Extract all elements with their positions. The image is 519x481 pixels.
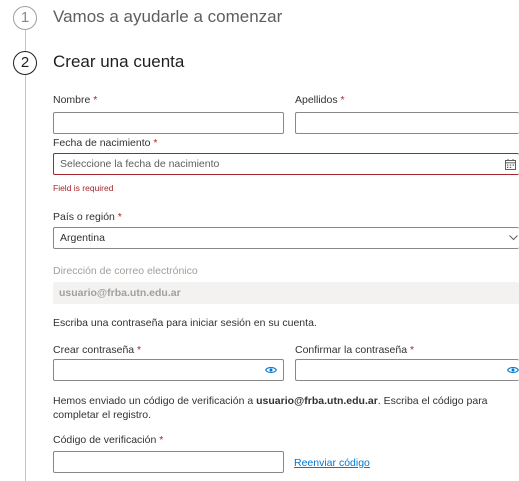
required-mark: * xyxy=(409,344,415,356)
birthdate-picker[interactable]: Seleccione la fecha de nacimiento xyxy=(53,153,519,175)
password-label: Crear contraseña * xyxy=(53,344,142,356)
birthdate-label: Fecha de nacimiento * xyxy=(53,137,158,149)
required-mark: * xyxy=(117,211,122,223)
resend-code-link[interactable]: Reenviar código xyxy=(294,457,370,469)
country-label: País o región * xyxy=(53,211,122,223)
email-value: usuario@frba.utn.edu.ar xyxy=(59,287,181,299)
confirm-password-input[interactable] xyxy=(295,359,519,381)
required-mark: * xyxy=(340,94,345,106)
required-mark: * xyxy=(137,344,142,356)
last-name-label: Apellidos * xyxy=(295,94,345,106)
password-input[interactable] xyxy=(53,359,284,381)
required-mark: * xyxy=(159,434,164,446)
step-1-title[interactable]: Vamos a ayudarle a comenzar xyxy=(53,7,282,27)
first-name-label: Nombre * xyxy=(53,94,98,106)
verification-notice: Hemos enviado un código de verificación … xyxy=(53,395,488,421)
step-1-number: 1 xyxy=(13,6,37,30)
eye-icon[interactable] xyxy=(507,366,519,374)
first-name-input[interactable] xyxy=(53,112,284,134)
required-mark: * xyxy=(93,94,98,106)
calendar-icon[interactable] xyxy=(505,159,516,170)
email-field: usuario@frba.utn.edu.ar xyxy=(53,282,519,304)
required-mark: * xyxy=(153,137,158,149)
chevron-down-icon xyxy=(509,235,518,241)
confirm-password-label: Confirmar la contraseña * xyxy=(295,344,415,356)
last-name-input[interactable] xyxy=(295,112,519,134)
verification-code-label: Código de verificación * xyxy=(53,434,164,446)
eye-icon[interactable] xyxy=(265,366,277,374)
country-select[interactable]: Argentina xyxy=(53,227,519,249)
verification-code-input[interactable] xyxy=(53,451,284,473)
birthdate-error: Field is required xyxy=(53,183,114,193)
country-value: Argentina xyxy=(60,232,105,244)
step-2-number: 2 xyxy=(13,51,37,75)
step-rail xyxy=(25,30,26,481)
step-2-title: Crear una cuenta xyxy=(53,52,185,71)
verification-email: usuario@frba.utn.edu.ar xyxy=(256,395,378,407)
email-label: Dirección de correo electrónico xyxy=(53,265,198,277)
password-intro-text: Escriba una contraseña para iniciar sesi… xyxy=(53,317,317,329)
birthdate-placeholder: Seleccione la fecha de nacimiento xyxy=(60,158,220,170)
